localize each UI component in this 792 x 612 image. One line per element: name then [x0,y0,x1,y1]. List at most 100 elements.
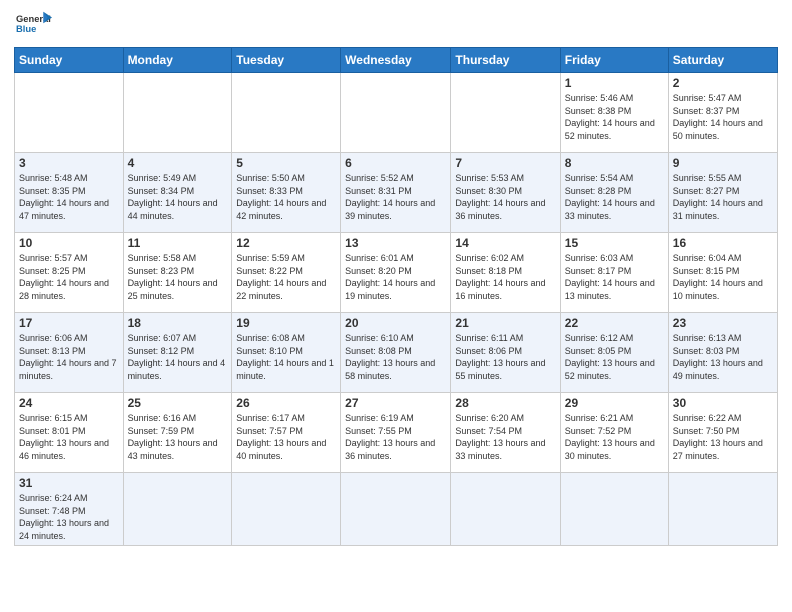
calendar-cell: 1 Sunrise: 5:46 AM Sunset: 8:38 PM Daylig… [560,73,668,153]
calendar-cell: 31 Sunrise: 6:24 AM Sunset: 7:48 PM Dayli… [15,473,124,546]
calendar-week-row: 31 Sunrise: 6:24 AM Sunset: 7:48 PM Dayli… [15,473,778,546]
day-number: 10 [19,236,119,250]
calendar-week-row: 10 Sunrise: 5:57 AM Sunset: 8:25 PM Dayli… [15,233,778,313]
day-info: Sunrise: 6:02 AM Sunset: 8:18 PM Dayligh… [455,252,555,302]
day-info: Sunrise: 5:58 AM Sunset: 8:23 PM Dayligh… [128,252,228,302]
day-number: 22 [565,316,664,330]
calendar-table: SundayMondayTuesdayWednesdayThursdayFrid… [14,47,778,546]
day-number: 25 [128,396,228,410]
day-number: 17 [19,316,119,330]
day-info: Sunrise: 6:12 AM Sunset: 8:05 PM Dayligh… [565,332,664,382]
calendar-cell: 21 Sunrise: 6:11 AM Sunset: 8:06 PM Dayli… [451,313,560,393]
day-number: 29 [565,396,664,410]
day-number: 13 [345,236,446,250]
calendar-week-row: 1 Sunrise: 5:46 AM Sunset: 8:38 PM Daylig… [15,73,778,153]
day-number: 16 [673,236,773,250]
day-number: 19 [236,316,336,330]
day-info: Sunrise: 5:47 AM Sunset: 8:37 PM Dayligh… [673,92,773,142]
day-info: Sunrise: 6:16 AM Sunset: 7:59 PM Dayligh… [128,412,228,462]
day-number: 24 [19,396,119,410]
day-number: 30 [673,396,773,410]
weekday-header-sunday: Sunday [15,48,124,73]
calendar-cell: 19 Sunrise: 6:08 AM Sunset: 8:10 PM Dayli… [232,313,341,393]
calendar-cell: 26Sunrise: 6:17 AM Sunset: 7:57 PM Dayli… [232,393,341,473]
day-info: Sunrise: 5:52 AM Sunset: 8:31 PM Dayligh… [345,172,446,222]
calendar-cell [123,73,232,153]
calendar-cell: 12Sunrise: 5:59 AM Sunset: 8:22 PM Dayli… [232,233,341,313]
day-info: Sunrise: 6:03 AM Sunset: 8:17 PM Dayligh… [565,252,664,302]
weekday-header-wednesday: Wednesday [341,48,451,73]
calendar-cell [668,473,777,546]
day-info: Sunrise: 5:55 AM Sunset: 8:27 PM Dayligh… [673,172,773,222]
calendar-cell [232,473,341,546]
day-number: 3 [19,156,119,170]
calendar-cell: 20 Sunrise: 6:10 AM Sunset: 8:08 PM Dayli… [341,313,451,393]
calendar-cell: 22 Sunrise: 6:12 AM Sunset: 8:05 PM Dayli… [560,313,668,393]
day-number: 20 [345,316,446,330]
calendar-cell: 24Sunrise: 6:15 AM Sunset: 8:01 PM Dayli… [15,393,124,473]
day-info: Sunrise: 5:49 AM Sunset: 8:34 PM Dayligh… [128,172,228,222]
day-info: Sunrise: 6:20 AM Sunset: 7:54 PM Dayligh… [455,412,555,462]
day-number: 21 [455,316,555,330]
day-info: Sunrise: 5:50 AM Sunset: 8:33 PM Dayligh… [236,172,336,222]
calendar-cell: 7Sunrise: 5:53 AM Sunset: 8:30 PM Daylig… [451,153,560,233]
day-number: 6 [345,156,446,170]
calendar-week-row: 3 Sunrise: 5:48 AM Sunset: 8:35 PM Daylig… [15,153,778,233]
calendar-cell: 10 Sunrise: 5:57 AM Sunset: 8:25 PM Dayli… [15,233,124,313]
day-number: 2 [673,76,773,90]
day-number: 8 [565,156,664,170]
day-info: Sunrise: 6:08 AM Sunset: 8:10 PM Dayligh… [236,332,336,382]
day-info: Sunrise: 6:07 AM Sunset: 8:12 PM Dayligh… [128,332,228,382]
day-info: Sunrise: 5:48 AM Sunset: 8:35 PM Dayligh… [19,172,119,222]
weekday-header-friday: Friday [560,48,668,73]
calendar-cell: 11 Sunrise: 5:58 AM Sunset: 8:23 PM Dayli… [123,233,232,313]
day-number: 1 [565,76,664,90]
day-info: Sunrise: 6:10 AM Sunset: 8:08 PM Dayligh… [345,332,446,382]
calendar-cell: 13Sunrise: 6:01 AM Sunset: 8:20 PM Dayli… [341,233,451,313]
day-number: 18 [128,316,228,330]
day-info: Sunrise: 6:06 AM Sunset: 8:13 PM Dayligh… [19,332,119,382]
calendar-cell: 28 Sunrise: 6:20 AM Sunset: 7:54 PM Dayli… [451,393,560,473]
day-number: 14 [455,236,555,250]
calendar-cell [341,73,451,153]
day-number: 7 [455,156,555,170]
calendar-cell: 16 Sunrise: 6:04 AM Sunset: 8:15 PM Dayli… [668,233,777,313]
day-info: Sunrise: 5:54 AM Sunset: 8:28 PM Dayligh… [565,172,664,222]
calendar-cell: 23Sunrise: 6:13 AM Sunset: 8:03 PM Dayli… [668,313,777,393]
day-info: Sunrise: 6:19 AM Sunset: 7:55 PM Dayligh… [345,412,446,462]
weekday-header-row: SundayMondayTuesdayWednesdayThursdayFrid… [15,48,778,73]
calendar-cell [341,473,451,546]
calendar-week-row: 17 Sunrise: 6:06 AM Sunset: 8:13 PM Dayli… [15,313,778,393]
weekday-header-thursday: Thursday [451,48,560,73]
day-number: 31 [19,476,119,490]
calendar-cell [451,473,560,546]
calendar-cell: 14 Sunrise: 6:02 AM Sunset: 8:18 PM Dayli… [451,233,560,313]
header: General Blue [14,10,778,43]
day-number: 23 [673,316,773,330]
day-info: Sunrise: 6:11 AM Sunset: 8:06 PM Dayligh… [455,332,555,382]
day-info: Sunrise: 6:24 AM Sunset: 7:48 PM Dayligh… [19,492,119,542]
calendar-cell [15,73,124,153]
day-number: 4 [128,156,228,170]
calendar-cell: 3 Sunrise: 5:48 AM Sunset: 8:35 PM Daylig… [15,153,124,233]
day-number: 27 [345,396,446,410]
calendar-cell: 5Sunrise: 5:50 AM Sunset: 8:33 PM Daylig… [232,153,341,233]
calendar-cell: 25 Sunrise: 6:16 AM Sunset: 7:59 PM Dayli… [123,393,232,473]
day-number: 11 [128,236,228,250]
calendar-cell: 4 Sunrise: 5:49 AM Sunset: 8:34 PM Daylig… [123,153,232,233]
svg-text:Blue: Blue [16,24,36,34]
logo-area: General Blue [14,10,52,43]
calendar-cell: 15 Sunrise: 6:03 AM Sunset: 8:17 PM Dayli… [560,233,668,313]
calendar-week-row: 24Sunrise: 6:15 AM Sunset: 8:01 PM Dayli… [15,393,778,473]
day-info: Sunrise: 5:46 AM Sunset: 8:38 PM Dayligh… [565,92,664,142]
day-number: 28 [455,396,555,410]
weekday-header-monday: Monday [123,48,232,73]
calendar-cell: 27 Sunrise: 6:19 AM Sunset: 7:55 PM Dayli… [341,393,451,473]
day-info: Sunrise: 5:57 AM Sunset: 8:25 PM Dayligh… [19,252,119,302]
calendar-cell: 9Sunrise: 5:55 AM Sunset: 8:27 PM Daylig… [668,153,777,233]
calendar-cell: 18 Sunrise: 6:07 AM Sunset: 8:12 PM Dayli… [123,313,232,393]
calendar-cell: 17 Sunrise: 6:06 AM Sunset: 8:13 PM Dayli… [15,313,124,393]
day-info: Sunrise: 6:04 AM Sunset: 8:15 PM Dayligh… [673,252,773,302]
day-number: 15 [565,236,664,250]
day-info: Sunrise: 6:17 AM Sunset: 7:57 PM Dayligh… [236,412,336,462]
